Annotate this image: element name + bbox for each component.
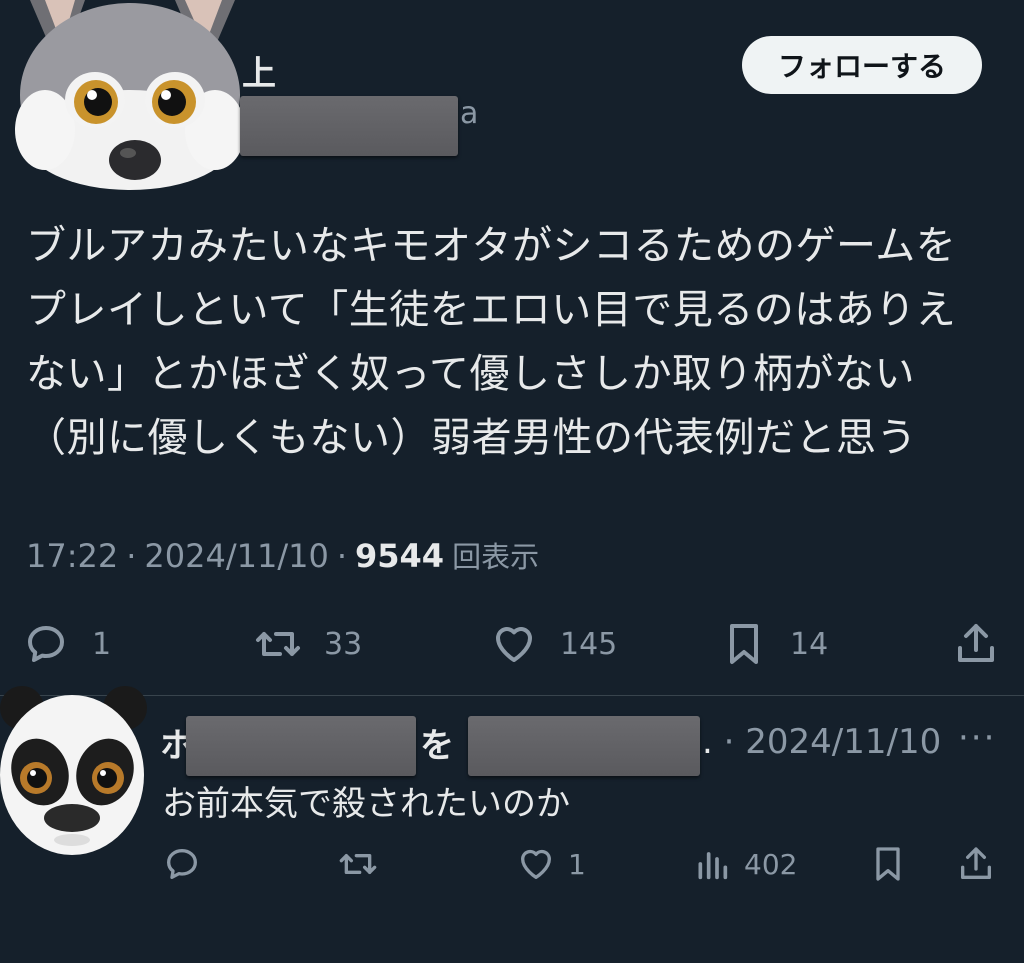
meta-separator: · [126,537,137,575]
tweet-meta: 17:22 · 2024/11/10 · 9544 回表示 [26,534,539,576]
retweet-icon [339,854,377,874]
more-options-button[interactable]: ··· [958,718,996,758]
views-label: 回表示 [452,540,540,574]
reply-actions: 1 402 [0,838,1024,894]
tweet-actions: 1 33 145 14 [0,616,1024,676]
reply-like-count: 1 [568,847,586,881]
reply-text: お前本気で殺されたいのか [162,784,570,824]
retweet-icon [256,632,300,656]
bookmark-button[interactable]: 14 [720,620,828,668]
heart-icon [521,849,551,879]
reply-author-name-fragment[interactable]: を [420,718,454,767]
reply-like-button[interactable]: 1 [516,844,586,884]
analytics-icon [698,852,728,880]
like-count: 145 [560,626,618,662]
tweet-text: ブルアカみたいなキモオタがシコるためのゲームを プレイしといて「生徒をエロい目で… [26,223,957,461]
reply-reply-button[interactable] [162,844,202,884]
reply-views-count: 402 [744,847,798,881]
reply-handle-tail[interactable]: . [702,722,713,762]
reply-share-button[interactable] [956,844,996,884]
retweet-button[interactable]: 33 [254,620,362,668]
author-avatar[interactable] [10,0,250,190]
reply-views-button[interactable]: 402 [692,844,797,884]
divider [0,695,1024,696]
handle-redaction [468,716,700,776]
bookmark-icon [876,847,900,881]
reply-icon [167,849,197,879]
author-name[interactable]: 上 [242,46,276,95]
reply-icon [28,626,64,662]
follow-button[interactable]: フォローする [742,36,982,94]
reply-count: 1 [92,626,112,662]
reply-bookmark-button[interactable] [868,844,908,884]
bookmark-count: 14 [790,626,829,662]
meta-separator: · [336,537,347,575]
bookmark-icon [730,624,758,664]
reply-button[interactable]: 1 [22,620,111,668]
share-icon [958,624,994,662]
reply-meta: . · 2024/11/10 [702,722,941,762]
name-redaction [186,716,416,776]
tweet-time[interactable]: 17:22 [26,537,118,575]
share-icon [961,847,991,879]
share-button[interactable] [952,620,1000,668]
reply-retweet-button[interactable] [338,844,378,884]
author-handle[interactable]: a [460,96,478,131]
tweet-date[interactable]: 2024/11/10 [144,537,328,575]
reply-author-avatar[interactable] [0,680,150,860]
heart-icon [496,627,532,662]
handle-redaction [240,96,458,156]
reply-date[interactable]: 2024/11/10 [745,722,941,762]
meta-separator: · [723,722,735,762]
like-button[interactable]: 145 [490,620,617,668]
retweet-count: 33 [324,626,363,662]
views-count: 9544 [355,537,445,575]
